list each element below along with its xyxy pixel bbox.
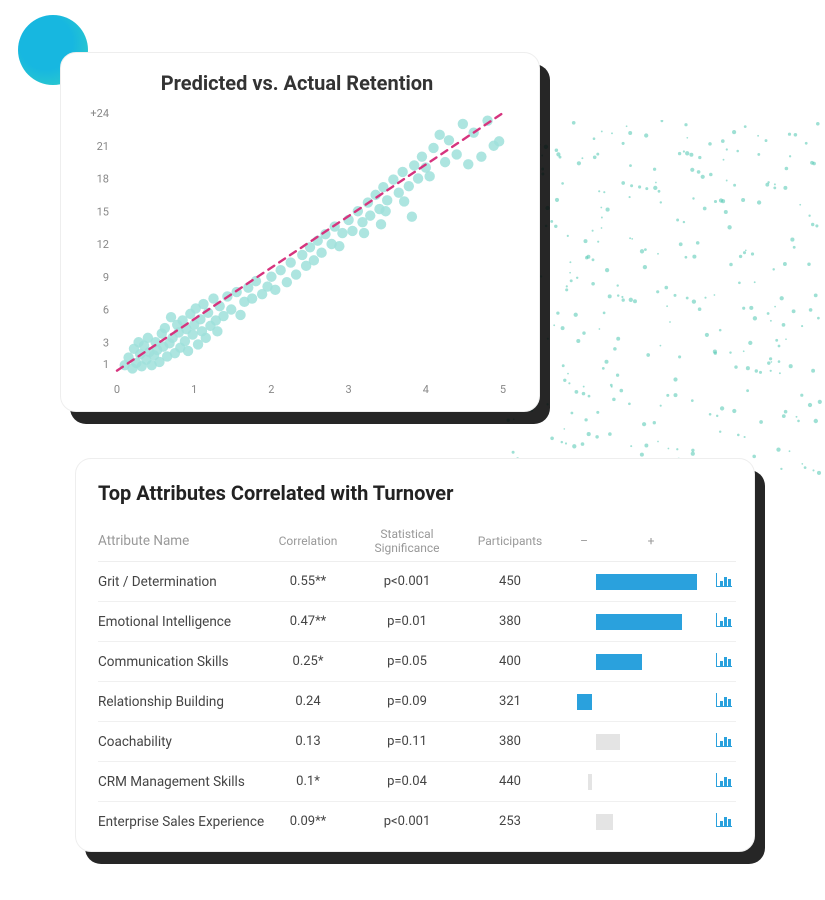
attr-significance: p=0.01 (348, 614, 466, 629)
table-row: Grit / Determination 0.55** p<0.001 450 (98, 562, 736, 602)
bar-chart-icon[interactable] (716, 693, 732, 707)
table-row: Emotional Intelligence 0.47** p=0.01 380 (98, 602, 736, 642)
svg-text:3: 3 (103, 336, 109, 349)
attr-correlation: 0.09** (272, 814, 344, 829)
chart-icon-cell (710, 693, 738, 710)
pos-bar-cell (596, 574, 706, 590)
attr-name: Grit / Determination (98, 574, 268, 590)
chart-icon-cell (710, 653, 738, 670)
attr-participants: 400 (470, 654, 550, 669)
col-header-name: Attribute Name (98, 533, 268, 549)
pos-bar (596, 814, 613, 830)
neg-bar-cell (554, 614, 592, 630)
attributes-table-card: Top Attributes Correlated with Turnover … (75, 458, 755, 852)
attr-name: Relationship Building (98, 694, 268, 710)
attr-significance: p<0.001 (348, 574, 466, 589)
attr-significance: p=0.09 (348, 694, 466, 709)
neg-bar-cell (554, 694, 592, 710)
attr-participants: 321 (470, 694, 550, 709)
pos-bar-cell (596, 734, 706, 750)
attr-correlation: 0.55** (272, 574, 344, 589)
attr-participants: 450 (470, 574, 550, 589)
svg-text:1: 1 (103, 358, 109, 371)
attr-correlation: 0.24 (272, 694, 344, 709)
col-header-correlation: Correlation (272, 534, 344, 548)
chart-icon-cell (710, 613, 738, 630)
neg-bar (577, 694, 592, 710)
attr-correlation: 0.47** (272, 614, 344, 629)
attributes-table: Attribute Name Correlation Statistical S… (98, 521, 736, 841)
neg-bar-cell (554, 814, 592, 830)
svg-text:6: 6 (103, 304, 109, 317)
bar-chart-icon[interactable] (716, 653, 732, 667)
neg-bar-cell (554, 574, 592, 590)
neg-bar (588, 774, 592, 790)
svg-text:18: 18 (97, 173, 109, 186)
bar-chart-icon[interactable] (716, 773, 732, 787)
table-row: CRM Management Skills 0.1* p=0.04 440 (98, 762, 736, 802)
pos-bar (596, 654, 642, 670)
decorative-dots (505, 120, 825, 480)
table-row: Communication Skills 0.25* p=0.05 400 (98, 642, 736, 682)
svg-text:0: 0 (114, 383, 120, 396)
chart-icon-cell (710, 573, 738, 590)
col-header-plus: + (596, 534, 706, 548)
col-header-significance: Statistical Significance (348, 527, 466, 555)
bar-chart-icon[interactable] (716, 813, 732, 827)
pos-bar (596, 614, 682, 630)
attr-participants: 253 (470, 814, 550, 829)
attr-correlation: 0.25* (272, 654, 344, 669)
pos-bar-cell (596, 694, 706, 710)
bar-chart-icon[interactable] (716, 733, 732, 747)
neg-bar-cell (554, 654, 592, 670)
svg-text:21: 21 (97, 140, 109, 153)
attr-significance: p=0.04 (348, 774, 466, 789)
attr-significance: p<0.001 (348, 814, 466, 829)
pos-bar (596, 734, 620, 750)
pos-bar (596, 574, 697, 590)
scatter-chart: 136912151821+24012345 (75, 103, 519, 403)
table-row: Relationship Building 0.24 p=0.09 321 (98, 682, 736, 722)
pos-bar-cell (596, 614, 706, 630)
svg-text:2: 2 (268, 383, 274, 396)
table-row: Coachability 0.13 p=0.11 380 (98, 722, 736, 762)
table-header-row: Attribute Name Correlation Statistical S… (98, 521, 736, 562)
chart-title: Predicted vs. Actual Retention (75, 71, 519, 95)
attr-participants: 440 (470, 774, 550, 789)
chart-icon-cell (710, 773, 738, 790)
svg-text:15: 15 (97, 205, 109, 218)
table-title: Top Attributes Correlated with Turnover (98, 481, 736, 505)
chart-icon-cell (710, 813, 738, 830)
neg-bar-cell (554, 734, 592, 750)
attr-name: Enterprise Sales Experience (98, 814, 268, 830)
svg-text:4: 4 (423, 383, 429, 396)
chart-icon-cell (710, 733, 738, 750)
attr-participants: 380 (470, 734, 550, 749)
svg-text:3: 3 (346, 383, 352, 396)
svg-text:5: 5 (500, 383, 506, 396)
table-row: Enterprise Sales Experience 0.09** p<0.001… (98, 802, 736, 841)
attr-correlation: 0.13 (272, 734, 344, 749)
attr-name: CRM Management Skills (98, 774, 268, 790)
bar-chart-icon[interactable] (716, 613, 732, 627)
col-header-minus: – (554, 534, 592, 548)
retention-chart-card: Predicted vs. Actual Retention 136912151… (60, 52, 540, 412)
pos-bar-cell (596, 814, 706, 830)
svg-text:1: 1 (191, 383, 197, 396)
bar-chart-icon[interactable] (716, 573, 732, 587)
neg-bar-cell (554, 774, 592, 790)
pos-bar-cell (596, 654, 706, 670)
svg-text:+24: +24 (90, 107, 109, 120)
attr-participants: 380 (470, 614, 550, 629)
attr-correlation: 0.1* (272, 774, 344, 789)
attr-name: Coachability (98, 734, 268, 750)
col-header-participants: Participants (470, 534, 550, 548)
pos-bar-cell (596, 774, 706, 790)
attr-name: Communication Skills (98, 654, 268, 670)
attr-significance: p=0.11 (348, 734, 466, 749)
svg-text:12: 12 (97, 238, 109, 251)
attr-significance: p=0.05 (348, 654, 466, 669)
svg-text:9: 9 (103, 271, 109, 284)
attr-name: Emotional Intelligence (98, 614, 268, 630)
